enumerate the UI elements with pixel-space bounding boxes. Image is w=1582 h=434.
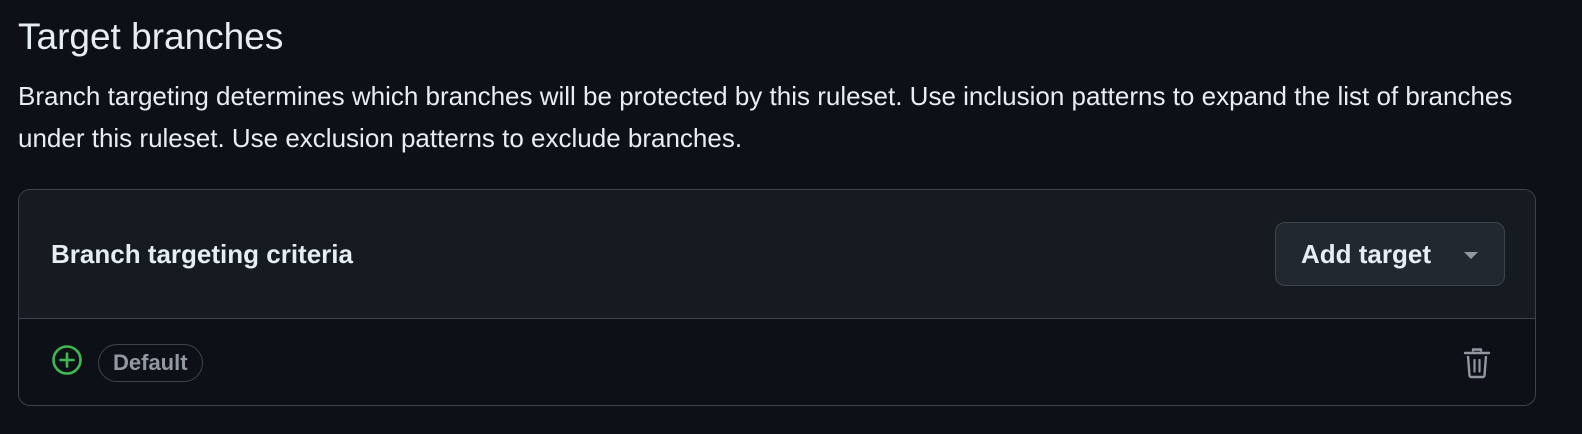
criteria-header: Branch targeting criteria Add target (19, 190, 1535, 319)
section-description: Branch targeting determines which branch… (18, 81, 1513, 153)
branch-targeting-criteria-panel: Branch targeting criteria Add target Def… (18, 189, 1536, 406)
default-badge: Default (98, 344, 203, 382)
plus-circle-icon (52, 345, 82, 375)
trash-icon[interactable] (1463, 347, 1491, 379)
section-title: Target branches (18, 16, 284, 57)
target-row: Default (19, 319, 1535, 405)
criteria-title: Branch targeting criteria (51, 239, 353, 269)
add-target-label: Add target (1301, 238, 1431, 269)
triangle-down-icon (1464, 252, 1478, 259)
target-branches-section: Target branches Branch targeting determi… (0, 0, 1582, 434)
add-target-button[interactable]: Add target (1275, 222, 1505, 286)
